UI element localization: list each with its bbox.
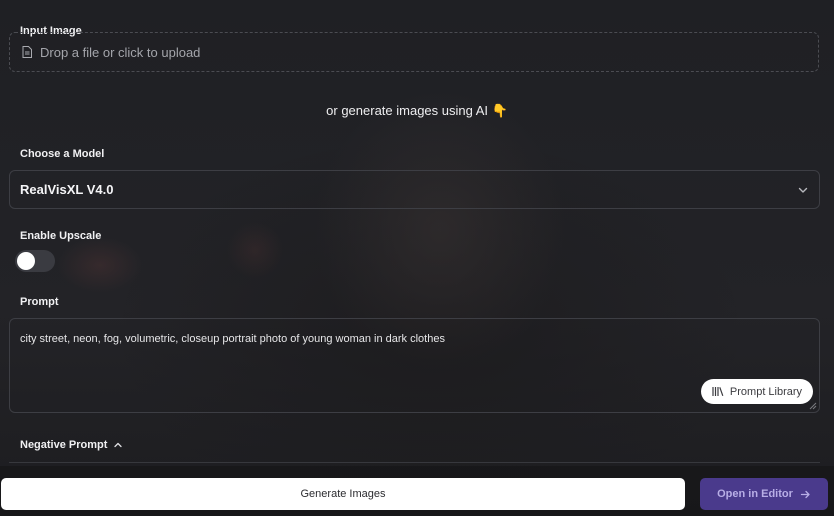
prompt-library-button[interactable]: Prompt Library [701, 379, 813, 404]
arrow-right-icon [800, 490, 810, 498]
blurred-background-image [0, 0, 834, 516]
negative-prompt-label: Negative Prompt [20, 439, 108, 451]
prompt-label: Prompt [20, 296, 59, 308]
toggle-knob [17, 252, 35, 270]
ai-generate-hint: or generate images using AI 👇 [326, 103, 508, 118]
file-upload-dropzone[interactable]: Drop a file or click to upload [9, 32, 819, 72]
upload-text: Drop a file or click to upload [40, 44, 201, 60]
generate-images-button[interactable]: Generate Images [1, 478, 685, 510]
upscale-toggle[interactable] [15, 250, 55, 272]
chevron-up-icon [114, 442, 123, 448]
enable-upscale-label: Enable Upscale [20, 230, 102, 242]
file-icon [22, 46, 32, 58]
negative-prompt-toggle[interactable]: Negative Prompt [20, 439, 123, 451]
divider [9, 462, 820, 463]
open-in-editor-label: Open in Editor [717, 488, 793, 500]
resize-handle-icon[interactable] [809, 402, 817, 410]
prompt-library-label: Prompt Library [729, 385, 803, 398]
model-selected-value: RealVisXL V4.0 [20, 182, 114, 197]
choose-model-label: Choose a Model [20, 148, 105, 160]
prompt-textarea[interactable]: city street, neon, fog, volumetric, clos… [9, 318, 820, 413]
model-select[interactable]: RealVisXL V4.0 [9, 170, 820, 209]
prompt-text: city street, neon, fog, volumetric, clos… [20, 333, 445, 345]
chevron-down-icon [798, 187, 808, 193]
library-icon [712, 387, 724, 396]
open-in-editor-button[interactable]: Open in Editor [700, 478, 828, 510]
